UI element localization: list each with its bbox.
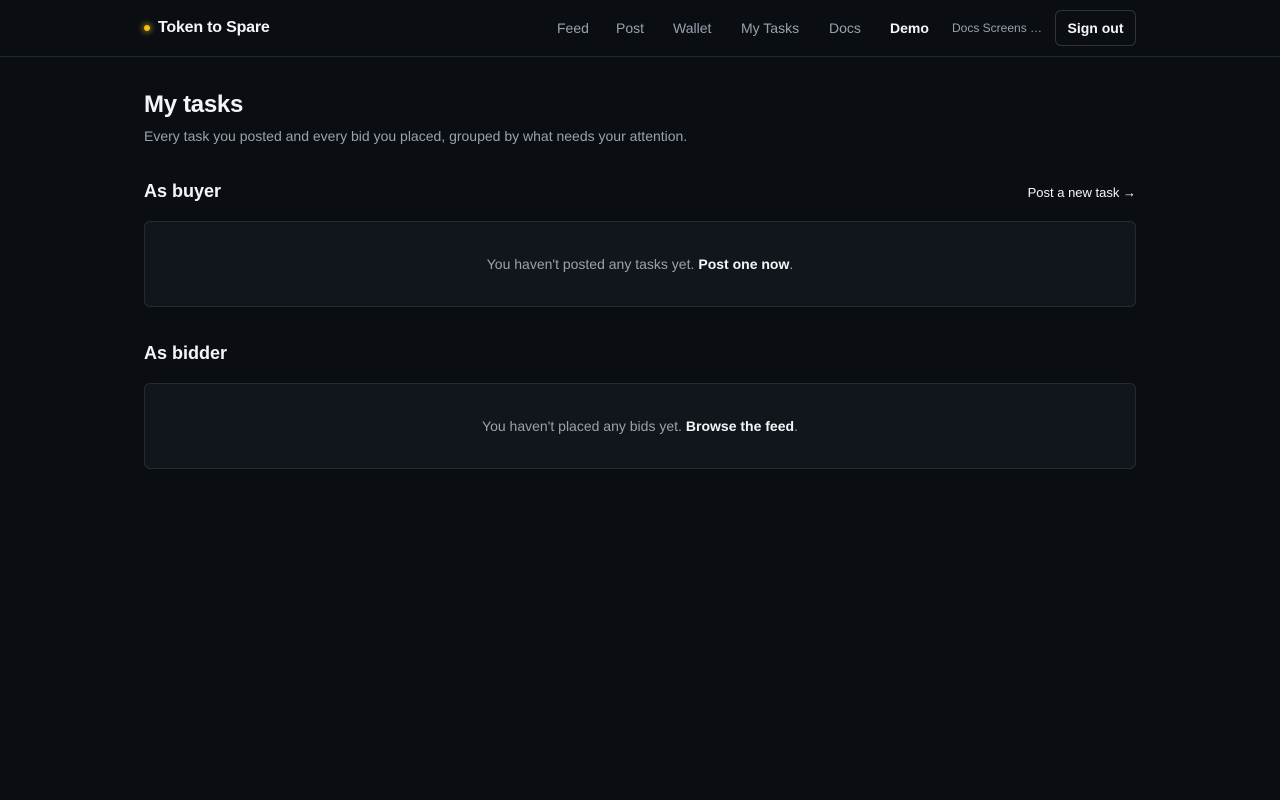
bidder-section-title: As bidder — [144, 343, 228, 363]
buyer-empty-suffix: . — [789, 256, 794, 272]
post-new-task-link[interactable]: Post a new task → — [1028, 184, 1136, 201]
top-bar: Token to Spare Feed Post Wallet My Tasks… — [0, 0, 1280, 57]
page-title: My tasks — [144, 91, 243, 118]
bidder-empty-state: You haven't placed any bids yet. Browse … — [144, 383, 1136, 469]
buyer-empty-state: You haven't posted any tasks yet. Post o… — [144, 221, 1136, 307]
browse-feed-link[interactable]: Browse the feed — [686, 418, 794, 434]
main-nav: Feed Post Wallet My Tasks Docs Demo Docs… — [0, 0, 1280, 57]
nav-my-tasks[interactable]: My Tasks — [741, 19, 799, 37]
nav-post[interactable]: Post — [616, 19, 644, 37]
buyer-section-title: As buyer — [144, 181, 222, 201]
bidder-empty-suffix: . — [794, 418, 798, 434]
nav-demo[interactable]: Demo — [890, 19, 929, 37]
post-one-now-link[interactable]: Post one now — [698, 256, 789, 272]
nav-docs[interactable]: Docs — [829, 19, 861, 37]
bidder-empty-text: You haven't placed any bids yet. — [482, 418, 682, 434]
sign-out-button[interactable]: Sign out — [1055, 10, 1136, 46]
page-subtitle: Every task you posted and every bid you … — [144, 128, 688, 144]
nav-feed[interactable]: Feed — [557, 19, 589, 37]
nav-wallet[interactable]: Wallet — [673, 19, 711, 37]
user-label: Docs Screens B... — [952, 21, 1048, 35]
buyer-empty-text: You haven't posted any tasks yet. — [486, 256, 695, 272]
